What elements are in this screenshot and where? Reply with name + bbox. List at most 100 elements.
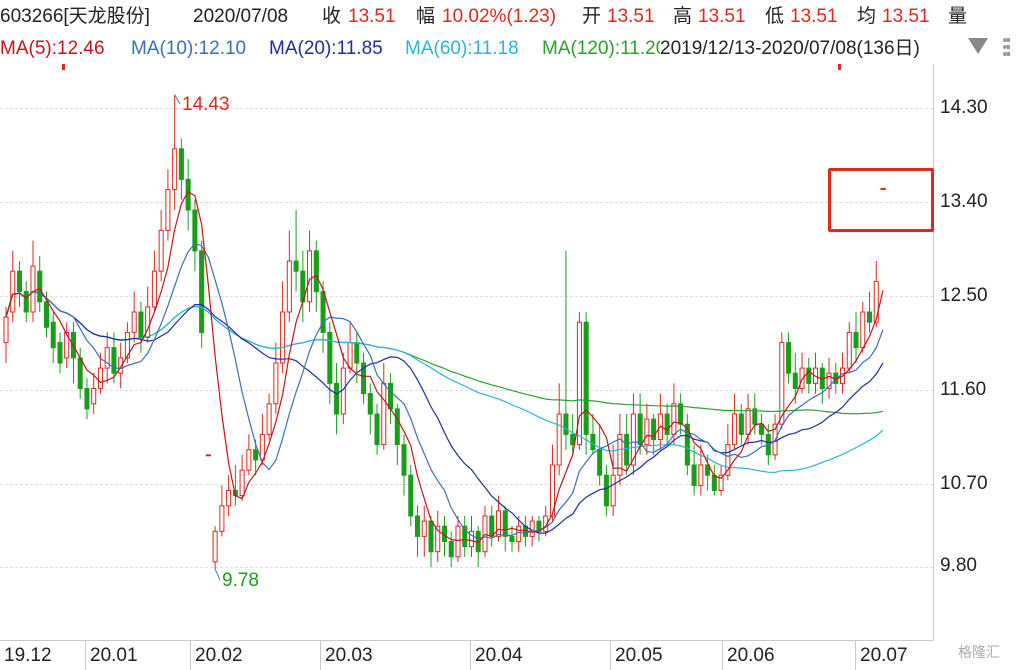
candle-body [529,520,535,537]
candle-body [671,403,677,435]
candle-body [624,433,630,466]
high-annotation: 14.43 [182,94,230,115]
open-value: 13.51 [607,6,655,27]
stock-code-name: 603266[天龙股份] [0,6,150,27]
ma60-legend: MA(60):11.18 [405,38,519,59]
y-tick: 14.30 [940,97,988,118]
y-tick: 10.70 [940,473,988,494]
candle-body [786,342,792,374]
candle-body [583,321,589,435]
candle-body [138,311,144,338]
candle-body [165,189,171,231]
y-tick: 13.40 [940,191,988,212]
candle-body [860,311,866,349]
change-value: 10.02%(1.23) [442,6,557,27]
candle-body [448,541,454,558]
candle-body [873,280,879,323]
candle-body [199,250,205,333]
candle-body [738,413,744,435]
candle-body [590,433,596,451]
candle-body [644,418,650,446]
menu-icon[interactable] [1003,38,1021,58]
candle-body [866,311,873,323]
change-label: 幅 [416,6,436,27]
y-tick: 9.80 [940,555,977,576]
candle-body [732,413,738,446]
ma20-line [5,290,884,534]
candle-body [381,382,387,446]
ma5-legend: MA(5):12.46 [0,38,105,59]
candle-body [10,270,16,313]
candle-body [104,347,110,369]
candle-body [3,316,9,344]
candle-body [280,311,286,364]
candle-body [320,291,326,333]
watermark-logo: 格隆汇 [958,644,1000,660]
candle-body [246,449,252,471]
candle-body [401,444,407,476]
ma10-line [5,243,884,540]
candle-body [556,413,562,466]
candle-body [509,535,515,542]
candle-body [347,342,353,369]
candle-body [691,464,697,486]
candle-body [16,270,23,293]
candle-body [131,311,137,333]
y-tick: 12.50 [940,285,988,306]
candle-body [421,520,427,537]
candle-body [286,260,292,313]
candle-body [516,525,522,543]
candle-body [455,525,461,558]
candle-body [30,265,36,313]
candle-body [158,229,164,272]
candle-body [219,505,225,532]
candle-body [334,382,340,415]
x-tick: 20.02 [195,645,243,666]
candle-body [266,403,272,435]
ma60-line [5,290,884,474]
candle-body [806,367,812,384]
candle-body [428,520,434,553]
candle-body [597,449,603,476]
candle-body [151,270,157,308]
quote-date: 2020/07/08 [193,6,289,27]
quote-header: 603266[天龙股份] 2020/07/08 收 13.51 幅 10.02%… [0,0,1031,34]
candle-body [495,510,501,537]
low-label: 低 [765,6,785,27]
candle-body [664,413,670,435]
candle-body [239,469,245,497]
candle-body [23,291,29,313]
candle-body [178,148,184,180]
x-tick: 20.04 [475,645,523,666]
close-label: 收 [322,6,342,27]
candle-body [414,515,421,537]
candle-body [698,464,704,486]
range-marker [838,64,841,70]
candlestick-chart[interactable]: 14.43 9.78 [0,64,933,640]
candle-body [570,433,576,446]
volume-label: 量 [948,6,968,27]
candle-body [603,474,609,507]
candle-body [253,449,259,461]
ma120-line [5,290,884,415]
candle-body [37,270,43,303]
dropdown-arrow-icon[interactable] [968,38,988,54]
candle-body [846,331,852,369]
ma-legend-bar: MA(5):12.46 MA(10):12.10 MA(20):11.85 MA… [0,34,1031,64]
close-value: 13.51 [348,6,396,27]
candle-body [502,510,508,537]
candle-body [50,321,56,349]
x-tick: 19.12 [4,645,52,666]
candle-body [853,331,859,349]
candle-body [563,413,569,435]
candle-body [388,382,394,410]
x-tick: 20.07 [860,645,908,666]
candle-body [307,250,313,303]
candle-body [374,413,380,446]
candle-body [637,413,643,446]
candle-body [77,357,83,389]
ma120-legend: MA(120):11.20 [542,38,667,59]
avg-label: 均 [857,6,877,27]
x-tick: 20.05 [615,645,663,666]
candle-body [610,474,616,507]
